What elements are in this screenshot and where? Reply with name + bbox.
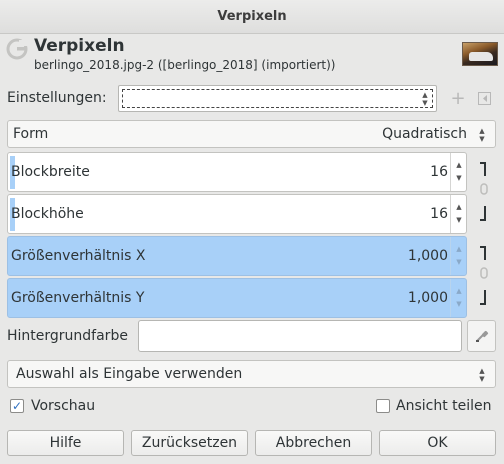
checkmark-icon: ✓ xyxy=(11,399,23,413)
ratio-chain-icon[interactable] xyxy=(479,244,493,314)
block-width-spinner[interactable]: ▲ ▼ xyxy=(450,153,466,191)
background-color-button[interactable] xyxy=(138,320,462,352)
selection-input-value: Auswahl als Eingabe verwenden xyxy=(16,366,243,382)
manage-presets-icon[interactable] xyxy=(474,88,494,108)
gimp-logo-icon xyxy=(6,38,28,60)
spin-arrows-icon: ▲ ▼ xyxy=(456,203,462,224)
ratio-x-field[interactable]: Größenverhältnis X 1,000 ▲ ▼ xyxy=(7,236,467,276)
selection-input-combo[interactable]: Auswahl als Eingabe verwenden ▲ ▼ xyxy=(7,360,496,388)
presets-label: Einstellungen: xyxy=(7,90,107,106)
eyedropper-icon xyxy=(475,330,488,342)
block-height-label: Blockhöhe xyxy=(11,206,84,222)
spin-arrows-icon: ▲ ▼ xyxy=(456,245,462,266)
split-view-checkbox[interactable] xyxy=(376,399,390,413)
color-picker-button[interactable] xyxy=(467,320,496,352)
image-thumbnail xyxy=(462,42,498,66)
add-preset-icon[interactable]: + xyxy=(448,88,468,109)
block-height-value: 16 xyxy=(430,206,448,222)
cancel-button[interactable]: Abbrechen xyxy=(255,430,372,456)
presets-combo[interactable]: ▲ ▼ xyxy=(118,85,437,112)
block-width-value: 16 xyxy=(430,164,448,180)
preview-label: Vorschau xyxy=(31,398,96,414)
spin-arrows-icon: ▲ ▼ xyxy=(456,287,462,308)
block-width-field[interactable]: Blockbreite 16 ▲ ▼ xyxy=(7,152,467,192)
window-title: Verpixeln xyxy=(217,9,287,24)
help-button[interactable]: Hilfe xyxy=(7,430,124,456)
block-width-label: Blockbreite xyxy=(11,164,90,180)
background-color-label: Hintergrundfarbe xyxy=(7,328,128,344)
ratio-y-field[interactable]: Größenverhältnis Y 1,000 ▲ ▼ xyxy=(7,278,467,318)
ratio-x-value: 1,000 xyxy=(407,248,448,264)
window-titlebar: Verpixeln xyxy=(0,0,504,34)
ratio-y-value: 1,000 xyxy=(407,290,448,306)
block-height-spinner[interactable]: ▲ ▼ xyxy=(450,195,466,233)
image-subtitle: berlingo_2018.jpg-2 ([berlingo_2018] (im… xyxy=(34,58,336,72)
ratio-x-spinner[interactable]: ▲ ▼ xyxy=(450,237,466,275)
split-view-label: Ansicht teilen xyxy=(396,398,492,414)
ratio-x-label: Größenverhältnis X xyxy=(11,248,146,264)
reset-button[interactable]: Zurücksetzen xyxy=(131,430,248,456)
preview-checkbox[interactable]: ✓ xyxy=(10,399,24,413)
form-value: Quadratisch xyxy=(382,126,467,142)
spin-arrows-icon: ▲ ▼ xyxy=(456,161,462,182)
ratio-y-label: Größenverhältnis Y xyxy=(11,290,145,306)
ratio-y-spinner[interactable]: ▲ ▼ xyxy=(450,279,466,317)
block-height-field[interactable]: Blockhöhe 16 ▲ ▼ xyxy=(7,194,467,234)
form-arrows-icon: ▲ ▼ xyxy=(479,127,485,143)
selection-arrows-icon: ▲ ▼ xyxy=(479,367,485,383)
combo-arrows-icon: ▲ ▼ xyxy=(422,91,428,107)
ok-button[interactable]: OK xyxy=(379,430,496,456)
block-size-chain-icon[interactable] xyxy=(479,160,493,230)
background-color-swatch xyxy=(142,324,458,348)
dialog-title: Verpixeln xyxy=(34,36,125,56)
form-combo[interactable]: Form Quadratisch ▲ ▼ xyxy=(7,120,496,148)
form-label: Form xyxy=(13,126,49,142)
